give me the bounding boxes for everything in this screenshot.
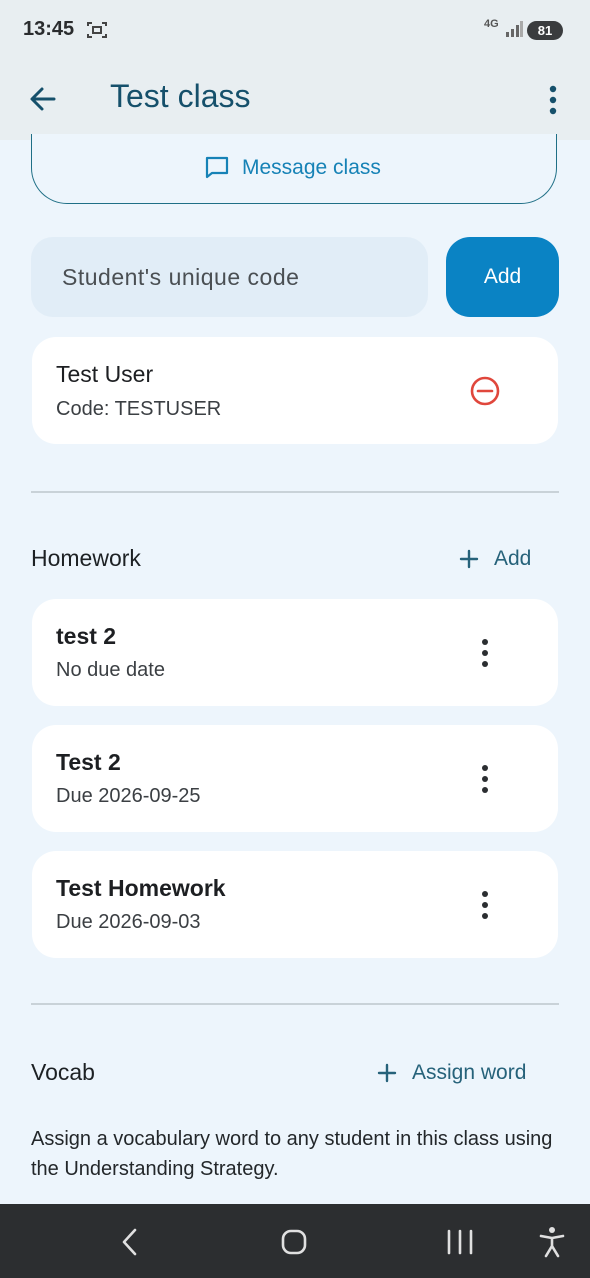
battery-level: 81 [537,23,553,38]
homework-title: Test Homework [56,875,226,901]
add-student-label: Add [483,265,522,288]
homework-card[interactable]: Test 2 Due 2026-09-25 [32,725,558,832]
accessibility-icon[interactable] [532,1224,572,1260]
message-class-label: Message class [242,156,381,179]
status-time: 13:45 [23,18,75,40]
homework-due: Due 2026-09-03 [56,911,201,933]
more-options-icon[interactable] [540,82,566,118]
homework-due: No due date [56,659,165,681]
message-class-button[interactable]: Message class [31,134,557,204]
student-code-input[interactable] [31,237,428,317]
add-homework-button[interactable]: Add [458,547,531,571]
student-code: Code: TESTUSER [56,398,222,420]
app-bar: Test class [0,60,590,140]
page-title: Test class [110,78,251,114]
back-arrow-icon[interactable] [26,82,60,116]
plus-icon [377,1063,397,1083]
homework-title: test 2 [56,623,117,649]
vocab-heading: Vocab [31,1059,95,1085]
homework-due: Due 2026-09-25 [56,785,201,807]
network-type: 4G [484,18,499,30]
screenshot-icon [87,22,107,38]
status-bar: 13:45 4G 81 [0,0,590,60]
more-options-icon[interactable] [472,887,498,923]
plus-icon [459,549,479,569]
assign-word-label: Assign word [412,1061,527,1084]
homework-heading: Homework [31,545,141,571]
assign-word-button[interactable]: Assign word [376,1061,526,1085]
message-icon [205,156,229,179]
add-student-button[interactable]: Add [446,237,559,317]
signal-icon [506,21,523,37]
nav-home-icon[interactable] [274,1224,314,1260]
divider [31,1003,559,1005]
add-homework-label: Add [494,547,532,570]
nav-back-icon[interactable] [110,1224,150,1260]
more-options-icon[interactable] [472,635,498,671]
student-card: Test User Code: TESTUSER [32,337,558,444]
system-nav-bar [0,1204,590,1278]
homework-card[interactable]: test 2 No due date [32,599,558,706]
battery-icon: 81 [527,21,563,40]
nav-recents-icon[interactable] [440,1224,480,1260]
remove-circle-icon[interactable] [469,375,501,407]
vocab-description: Assign a vocabulary word to any student … [31,1128,553,1180]
student-name: Test User [56,361,154,387]
divider [31,491,559,493]
homework-title: Test 2 [56,749,121,775]
more-options-icon[interactable] [472,761,498,797]
homework-card[interactable]: Test Homework Due 2026-09-03 [32,851,558,958]
